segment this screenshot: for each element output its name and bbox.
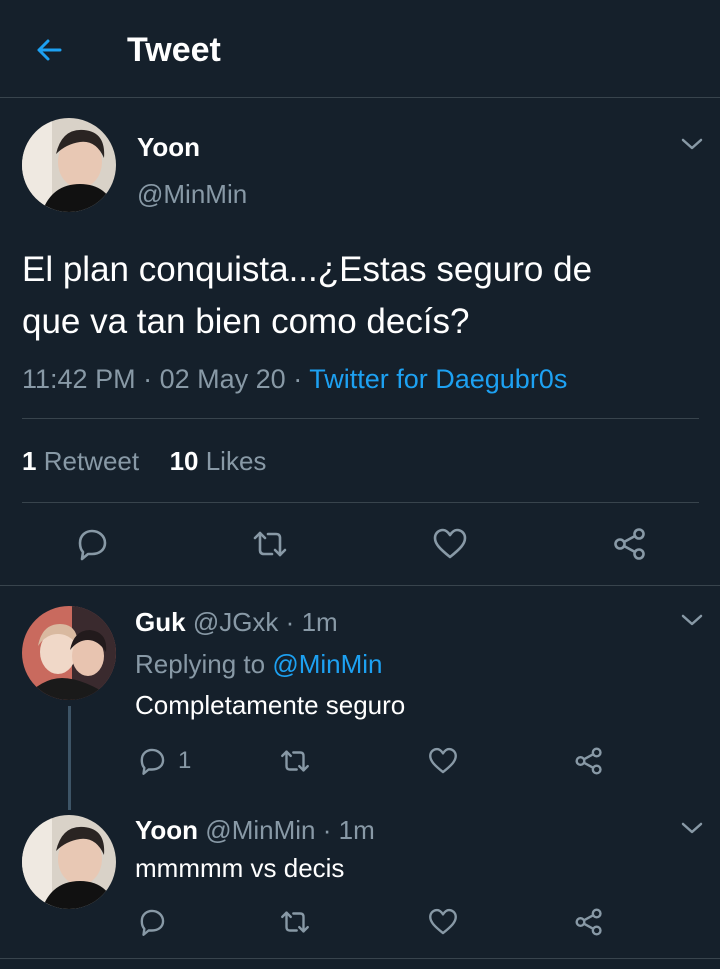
reply-icon[interactable] bbox=[135, 905, 169, 939]
tweet-stats: 1 Retweet 10 Likes bbox=[22, 445, 266, 477]
reply-author-handle[interactable]: @JGxk bbox=[193, 607, 279, 637]
chevron-down-icon[interactable] bbox=[679, 819, 705, 837]
chevron-down-icon[interactable] bbox=[679, 611, 705, 629]
retweets-stat[interactable]: 1 Retweet bbox=[22, 446, 139, 476]
like-heart-icon[interactable] bbox=[426, 905, 460, 939]
reply-author-name[interactable]: Yoon bbox=[135, 815, 198, 845]
reply-header: Yoon @MinMin · 1m bbox=[135, 814, 375, 846]
separator-dot: · bbox=[285, 607, 295, 637]
top-bar: Tweet bbox=[0, 0, 720, 98]
likes-stat[interactable]: 10 Likes bbox=[170, 446, 267, 476]
tweet-text: El plan conquista...¿Estas seguro de que… bbox=[22, 244, 592, 348]
retweets-label: Retweet bbox=[43, 446, 140, 476]
share-icon[interactable] bbox=[572, 744, 606, 778]
avatar[interactable] bbox=[22, 815, 116, 909]
likes-count: 10 bbox=[169, 446, 199, 476]
likes-label: Likes bbox=[205, 446, 267, 476]
divider bbox=[0, 958, 720, 959]
share-icon[interactable] bbox=[610, 524, 650, 564]
divider bbox=[22, 502, 699, 503]
reply-text: Completamente seguro bbox=[135, 690, 406, 720]
reply-author-handle[interactable]: @MinMin bbox=[205, 815, 315, 845]
like-heart-icon[interactable] bbox=[426, 744, 460, 778]
reply-text: mmmmm vs decis bbox=[135, 853, 345, 883]
author-name[interactable]: Yoon bbox=[137, 131, 200, 163]
back-arrow-icon[interactable] bbox=[30, 30, 70, 70]
tweet-date: 02 May 20 bbox=[159, 364, 286, 394]
retweet-icon[interactable] bbox=[278, 905, 312, 939]
reply-icon[interactable] bbox=[72, 524, 112, 564]
chevron-down-icon[interactable] bbox=[679, 135, 705, 153]
tweet-text-line: El plan conquista...¿Estas seguro de bbox=[22, 250, 593, 289]
like-heart-icon[interactable] bbox=[430, 524, 470, 564]
tweet-source-link[interactable]: Twitter for Daegubr0s bbox=[309, 364, 567, 394]
replying-to: Replying to @MinMin bbox=[135, 648, 383, 680]
avatar[interactable] bbox=[22, 606, 116, 700]
reply-count: 1 bbox=[178, 747, 192, 774]
thread-line bbox=[68, 706, 71, 810]
reply-time: 1m bbox=[338, 815, 375, 845]
tweet-text-line: que va tan bien como decís? bbox=[22, 302, 470, 341]
divider bbox=[0, 585, 720, 586]
retweet-icon[interactable] bbox=[250, 524, 290, 564]
author-handle[interactable]: @MinMin bbox=[137, 178, 247, 210]
divider bbox=[22, 418, 699, 419]
replying-to-label: Replying to bbox=[135, 649, 266, 679]
separator-dot: · bbox=[293, 364, 303, 394]
replying-to-handle-link[interactable]: @MinMin bbox=[272, 649, 382, 679]
page-title: Tweet bbox=[127, 31, 221, 69]
retweets-count: 1 bbox=[22, 446, 37, 476]
retweet-icon[interactable] bbox=[278, 744, 312, 778]
reply-author-name[interactable]: Guk bbox=[135, 607, 186, 637]
reply-time: 1m bbox=[301, 607, 338, 637]
share-icon[interactable] bbox=[572, 905, 606, 939]
tweet-meta: 11:42 PM · 02 May 20 · Twitter for Daegu… bbox=[22, 362, 567, 396]
reply-header: Guk @JGxk · 1m bbox=[135, 606, 338, 638]
avatar[interactable] bbox=[22, 118, 116, 212]
tweet-time: 11:42 PM bbox=[22, 364, 136, 394]
separator-dot: · bbox=[143, 364, 153, 394]
separator-dot: · bbox=[322, 815, 332, 845]
reply-icon[interactable] bbox=[135, 744, 169, 778]
